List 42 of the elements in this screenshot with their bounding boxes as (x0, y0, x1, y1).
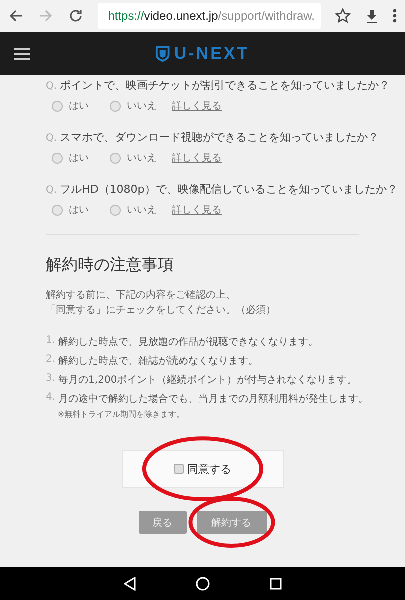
back-icon[interactable] (8, 8, 24, 24)
more-icon[interactable] (393, 8, 397, 24)
question-text: ポイントで、映画チケットが割引できることを知っていましたか？ (60, 78, 390, 93)
item-number: 1. (46, 335, 56, 348)
notice-text: 解約した時点で、雑誌が読めなくなります。 (58, 354, 259, 368)
home-icon[interactable] (196, 576, 210, 590)
item-number: 2. (46, 354, 56, 367)
url-text: https://video.unext.jp/support/withdraw. (108, 9, 315, 23)
star-icon[interactable] (335, 8, 351, 24)
details-link[interactable]: 詳しく見る (172, 203, 222, 217)
item-number: 4. (46, 392, 56, 405)
section-heading: 解約時の注意事項 (46, 255, 175, 276)
intro-text: 「同意する」にチェックをしてください。（必須） (46, 304, 277, 318)
details-link[interactable]: 詳しく見る (172, 99, 222, 113)
radio-option[interactable]: はい (52, 203, 110, 217)
radio-option[interactable]: はい (52, 99, 110, 113)
question-text: フルHD（1080p）で、映像配信していることを知っていましたか？ (60, 182, 398, 197)
footnote-text: ※無料トライアル期間を除きます。 (58, 409, 186, 420)
reload-icon[interactable] (68, 8, 84, 24)
radio-option[interactable]: いいえ (110, 151, 168, 165)
intro-text: 解約する前に、下記の内容をご確認の上、 (46, 288, 237, 303)
question-marker: Q. (46, 81, 58, 92)
radio-option[interactable]: はい (52, 151, 110, 165)
radio-option[interactable]: いいえ (110, 203, 168, 217)
question-marker: Q. (46, 133, 58, 144)
radio-option[interactable]: いいえ (110, 99, 168, 113)
agree-label[interactable]: 同意する (188, 462, 232, 476)
notice-text: 月の途中で解約した場合でも、当月までの月額利用料が発生します。 (58, 392, 369, 406)
notice-text: 解約した時点で、見放題の作品が視聴できなくなります。 (58, 336, 319, 349)
notice-text: 毎月の1,200ポイント（継続ポイント）が付与されなくなります。 (58, 374, 358, 387)
agree-checkbox[interactable] (174, 464, 184, 474)
back-nav-icon[interactable] (124, 576, 136, 590)
item-number: 3. (46, 373, 56, 386)
recents-icon[interactable] (270, 578, 282, 590)
menu-icon[interactable] (14, 48, 30, 60)
shield-icon (155, 46, 170, 62)
details-link[interactable]: 詳しく見る (172, 151, 222, 165)
logo-text: U-NEXT (174, 44, 250, 64)
question-text: スマホで、ダウンロード視聴ができることを知っていましたか？ (60, 130, 380, 145)
address-bar[interactable]: https://video.unext.jp/support/withdraw. (98, 3, 321, 29)
download-icon[interactable] (365, 8, 379, 24)
question-marker: Q. (46, 185, 58, 196)
